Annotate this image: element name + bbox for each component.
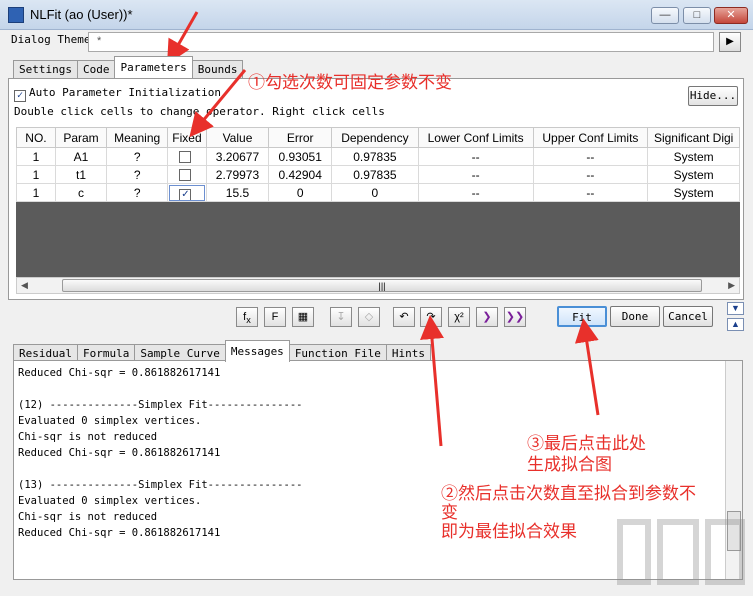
cell-value[interactable]: 2.79973 [205, 165, 270, 184]
message-line: (12) --------------Simplex Fit----------… [18, 399, 303, 411]
cell-meaning[interactable]: ? [106, 165, 169, 184]
download-icon[interactable]: ↧ [330, 307, 352, 327]
theme-menu-button[interactable]: ▶ [719, 32, 741, 52]
scroll-right-icon[interactable]: ▶ [728, 280, 735, 291]
maximize-button[interactable]: □ [683, 7, 711, 24]
cell-dependency[interactable]: 0.97835 [331, 165, 419, 184]
cell-param[interactable]: t1 [54, 165, 108, 184]
collapse-down-icon[interactable]: ▼ [727, 302, 744, 315]
cell-fixed[interactable] [167, 147, 207, 166]
col-fixed[interactable]: Fixed [167, 127, 207, 148]
cell-lower[interactable]: -- [417, 165, 534, 184]
app-icon [8, 7, 24, 23]
play-icon: ▶ [726, 36, 734, 47]
cell-fixed[interactable] [167, 165, 207, 184]
cell-meaning[interactable]: ? [106, 147, 169, 166]
window-title: NLFit (ao (User))* [30, 7, 133, 22]
cell-no[interactable]: 1 [16, 147, 56, 166]
minimize-button[interactable]: — [651, 7, 679, 24]
tab-bounds[interactable]: Bounds [191, 60, 244, 78]
cell-upper[interactable]: -- [532, 165, 649, 184]
cell-error[interactable]: 0.93051 [268, 147, 333, 166]
undo-icon[interactable]: ↶ [393, 307, 415, 327]
cell-error[interactable]: 0 [268, 183, 333, 202]
fit-button[interactable]: Fit [557, 306, 607, 327]
message-line [18, 461, 738, 477]
fixed-checkbox[interactable]: ✓ [179, 189, 192, 201]
col-upper-conf[interactable]: Upper Conf Limits [532, 127, 649, 148]
auto-init-label: Auto Parameter Initialization [29, 86, 222, 99]
col-error[interactable]: Error [268, 127, 333, 148]
expand-up-icon[interactable]: ▲ [727, 318, 744, 331]
dialog-theme-label: Dialog Theme [11, 33, 91, 46]
col-dependency[interactable]: Dependency [331, 127, 419, 148]
cell-no[interactable]: 1 [16, 183, 56, 202]
cell-sig[interactable]: System [647, 183, 740, 202]
title-bar: NLFit (ao (User))* — □ ✕ [0, 0, 753, 30]
bottom-tab-bar: Residual Formula Sample Curve Messages F… [13, 340, 432, 362]
done-button[interactable]: Done [610, 306, 660, 327]
cell-sig[interactable]: System [647, 147, 740, 166]
tab-code[interactable]: Code [76, 60, 116, 78]
hide-button[interactable]: Hide... [688, 86, 738, 106]
cancel-button[interactable]: Cancel [663, 306, 713, 327]
cell-lower[interactable]: -- [417, 183, 534, 202]
col-value[interactable]: Value [205, 127, 270, 148]
table-row: 1 t1 ? 2.79973 0.42904 0.97835 -- -- Sys… [16, 165, 740, 184]
iterate-icon[interactable]: ❯ [476, 307, 498, 327]
cell-fixed[interactable]: ✓ [167, 183, 207, 202]
cell-dependency[interactable]: 0 [331, 183, 419, 202]
col-significant[interactable]: Significant Digi [647, 127, 740, 148]
cell-error[interactable]: 0.42904 [268, 165, 333, 184]
annotation-iterate-3: 即为最佳拟合效果 [441, 522, 577, 541]
scroll-left-icon[interactable]: ◀ [21, 280, 28, 291]
cell-upper[interactable]: -- [532, 147, 649, 166]
annotation-fixed: ①勾选次数可固定参数不变 [248, 73, 452, 92]
fx-icon[interactable]: fx [236, 307, 258, 327]
cell-value[interactable]: 15.5 [205, 183, 270, 202]
table-row: 1 A1 ? 3.20677 0.93051 0.97835 -- -- Sys… [16, 147, 740, 166]
col-lower-conf[interactable]: Lower Conf Limits [417, 127, 534, 148]
annotation-fit-2: 生成拟合图 [527, 455, 612, 474]
horizontal-scrollbar[interactable]: ◀ ||| ▶ [16, 277, 740, 294]
col-param[interactable]: Param [54, 127, 108, 148]
tab-parameters[interactable]: Parameters [114, 56, 193, 78]
message-line: Reduced Chi-sqr = 0.861882617141 [18, 367, 221, 379]
col-meaning[interactable]: Meaning [106, 127, 169, 148]
save-icon[interactable]: ▦ [292, 307, 314, 327]
annotation-iterate-1: ②然后点击次数直至拟合到参数不 [441, 484, 696, 503]
fixed-checkbox[interactable] [179, 168, 192, 181]
top-tab-bar: Settings Code Parameters Bounds [13, 56, 244, 78]
fit-until-converged-icon[interactable]: ❯❯ [504, 307, 526, 327]
cell-lower[interactable]: -- [417, 147, 534, 166]
check-icon: ✓ [14, 90, 26, 102]
cell-meaning[interactable]: ? [106, 183, 169, 202]
message-line [18, 381, 738, 397]
cell-dependency[interactable]: 0.97835 [331, 147, 419, 166]
chi-square-icon[interactable]: χ² [448, 307, 470, 327]
auto-init-checkbox[interactable]: ✓ Auto Parameter Initialization [14, 86, 221, 102]
cell-sig[interactable]: System [647, 165, 740, 184]
dialog-theme-input[interactable]: * [88, 32, 714, 52]
hint-text: Double click cells to change operator. R… [14, 105, 385, 118]
cell-upper[interactable]: -- [532, 183, 649, 202]
cell-value[interactable]: 3.20677 [205, 147, 270, 166]
message-line: Evaluated 0 simplex vertices. [18, 415, 202, 427]
table-row: 1 c ? ✓ 15.5 0 0 -- -- System [16, 183, 740, 202]
close-button[interactable]: ✕ [714, 7, 748, 24]
fixed-checkbox[interactable] [179, 150, 192, 163]
cell-param[interactable]: A1 [54, 147, 108, 166]
tab-messages[interactable]: Messages [224, 340, 290, 362]
scroll-thumb[interactable]: ||| [62, 279, 702, 292]
one-iteration-icon[interactable]: ↷ [420, 307, 442, 327]
tree-icon[interactable]: ◇ [358, 307, 380, 327]
tab-settings[interactable]: Settings [13, 60, 78, 78]
cell-no[interactable]: 1 [16, 165, 56, 184]
cell-param[interactable]: c [54, 183, 108, 202]
edit-function-icon[interactable]: F [264, 307, 286, 327]
table-header: NO. Param Meaning Fixed Value Error Depe… [16, 127, 740, 148]
col-no[interactable]: NO. [16, 127, 56, 148]
parameter-grid: NO. Param Meaning Fixed Value Error Depe… [16, 127, 740, 277]
watermark-logo [617, 519, 745, 585]
